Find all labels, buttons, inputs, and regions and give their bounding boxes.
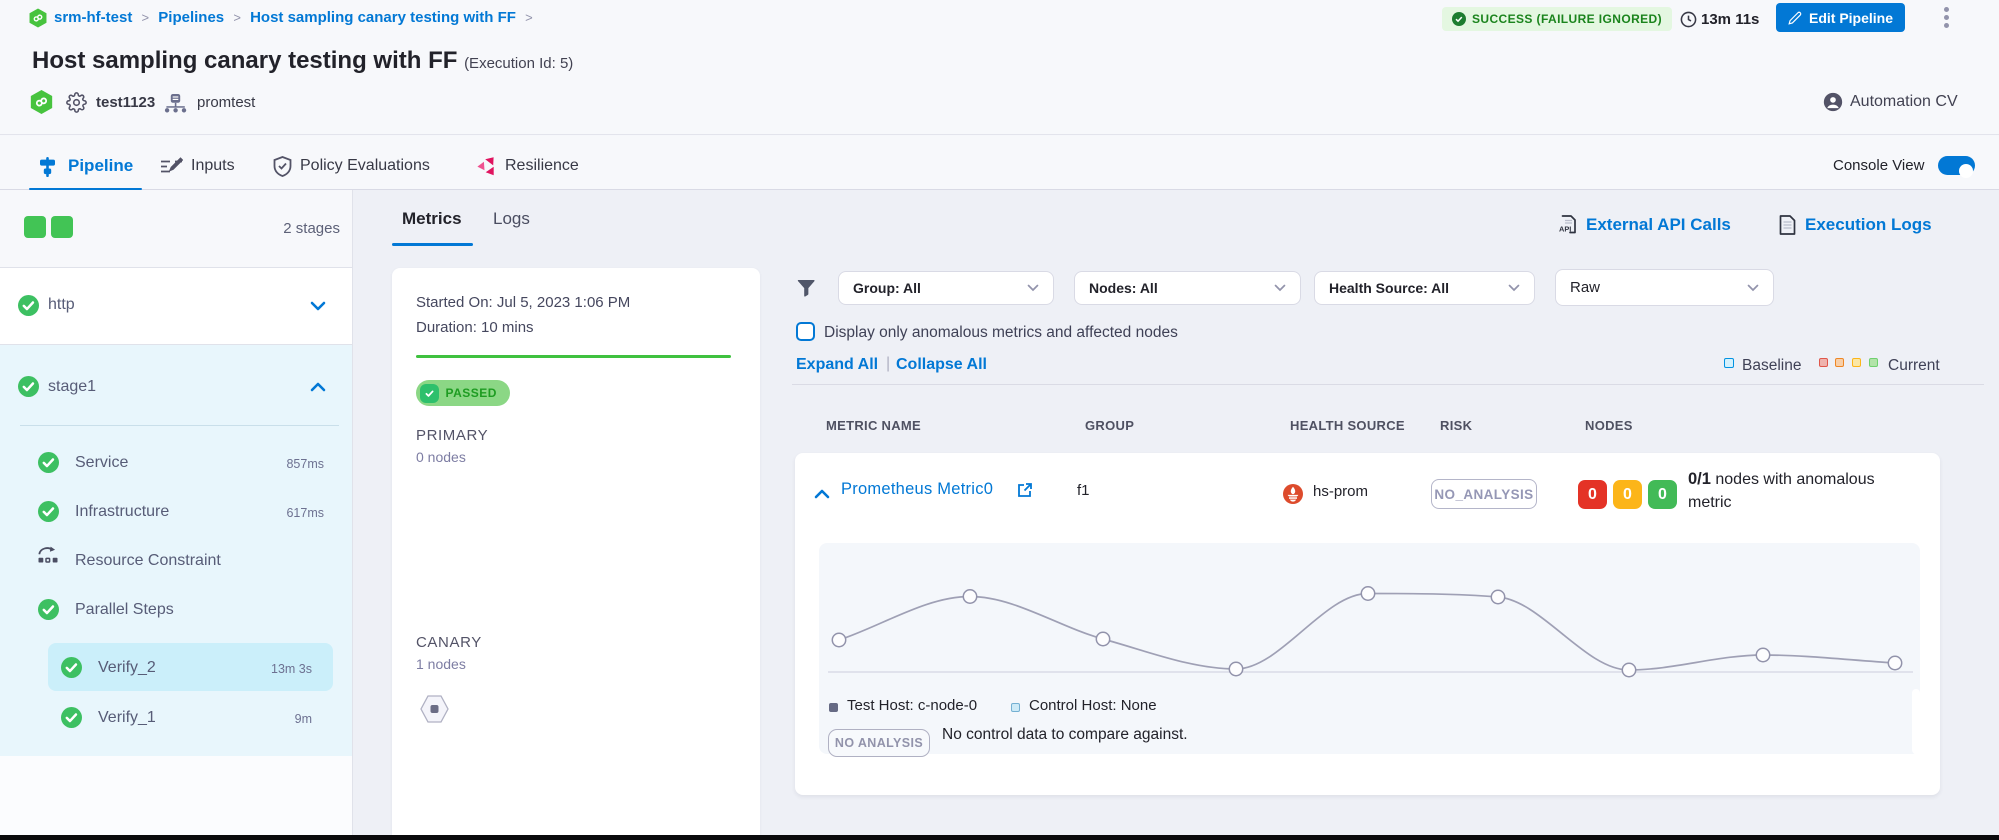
svg-text:API: API — [1559, 225, 1571, 234]
